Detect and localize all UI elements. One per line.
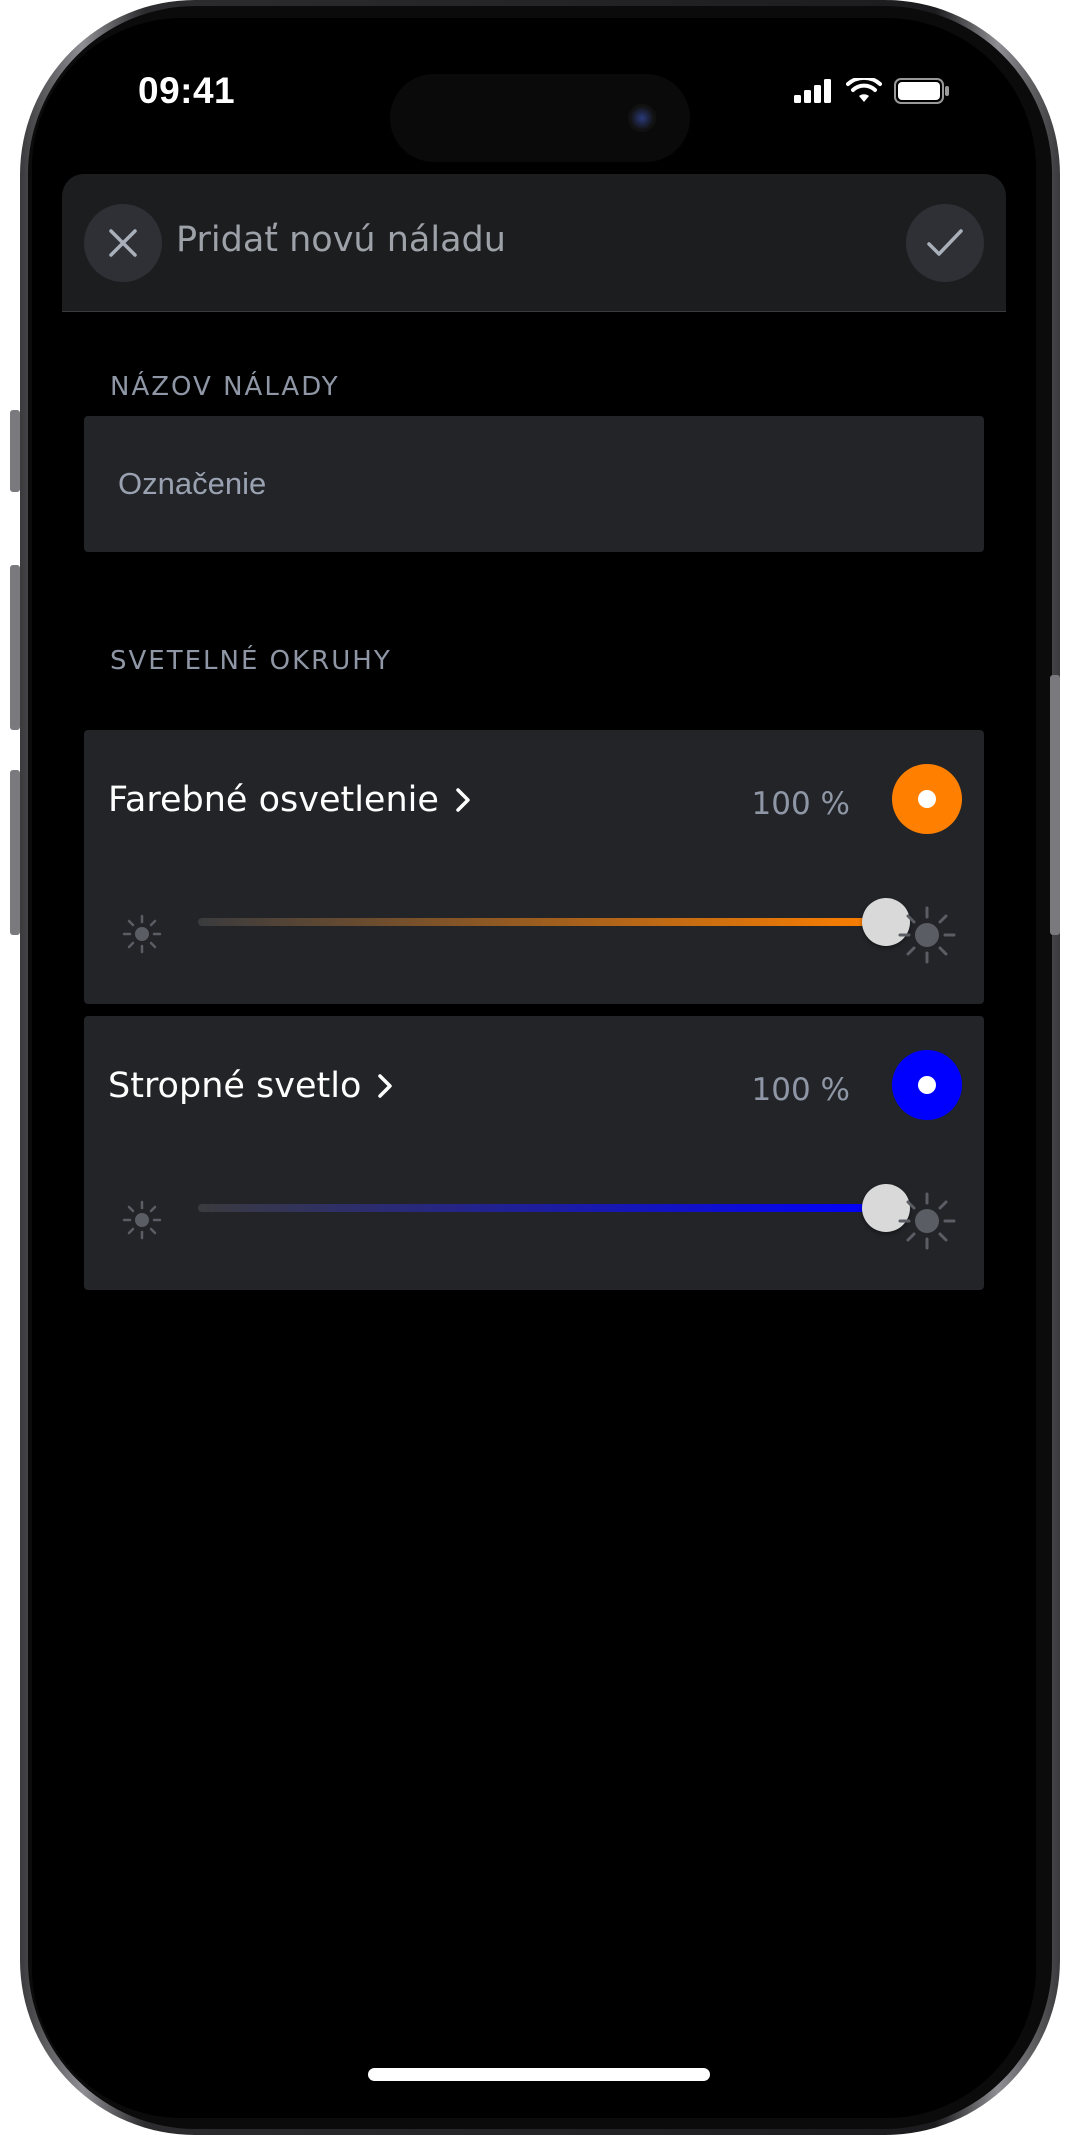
brightness-high-icon bbox=[898, 906, 956, 964]
add-mood-sheet: Pridať novú náladu NÁZOV NÁLADY SVETELNÉ… bbox=[62, 174, 1006, 2118]
side-button-action bbox=[10, 410, 20, 492]
circuit-title-link[interactable]: Farebné osvetlenie bbox=[108, 780, 471, 820]
circuit-name: Farebné osvetlenie bbox=[108, 780, 439, 820]
status-time: 09:41 bbox=[138, 70, 236, 111]
brightness-low-icon bbox=[122, 1200, 162, 1240]
camera-icon bbox=[628, 104, 656, 132]
cellular-signal-icon bbox=[794, 79, 831, 103]
brightness-slider[interactable] bbox=[198, 898, 910, 946]
home-indicator[interactable] bbox=[368, 2068, 710, 2081]
sheet-header: Pridať novú náladu bbox=[62, 174, 1006, 312]
confirm-button[interactable] bbox=[906, 204, 984, 282]
slider-fill bbox=[198, 918, 886, 926]
page-title: Pridať novú náladu bbox=[176, 220, 506, 260]
brightness-slider[interactable] bbox=[198, 1184, 910, 1232]
brightness-low-icon bbox=[122, 914, 162, 954]
phone-screen: 09:41 Pridať novú náladu NÁZOV NÁLADY Oz… bbox=[32, 18, 1036, 2118]
chevron-right-icon bbox=[378, 1074, 393, 1098]
color-picker-button[interactable] bbox=[892, 764, 962, 834]
status-icons bbox=[794, 78, 950, 104]
color-picker-button[interactable] bbox=[892, 1050, 962, 1120]
side-button-power bbox=[1050, 675, 1060, 935]
close-icon bbox=[109, 229, 137, 257]
light-circuit-card-colored: Farebné osvetlenie 100 % bbox=[84, 730, 984, 1004]
color-dot-center bbox=[918, 1076, 936, 1094]
slider-fill bbox=[198, 1204, 886, 1212]
brightness-high-icon bbox=[898, 1192, 956, 1250]
mood-name-section-label: NÁZOV NÁLADY bbox=[110, 372, 340, 402]
mood-name-input[interactable] bbox=[84, 416, 984, 552]
battery-icon bbox=[894, 78, 949, 104]
circuit-name: Stropné svetlo bbox=[108, 1066, 362, 1106]
side-button-volume-down bbox=[10, 770, 20, 935]
light-circuits-section-label: SVETELNÉ OKRUHY bbox=[110, 646, 392, 676]
circuit-percent: 100 % bbox=[751, 1072, 850, 1108]
color-dot-center bbox=[918, 790, 936, 808]
dynamic-island bbox=[390, 74, 690, 162]
light-circuit-card-ceiling: Stropné svetlo 100 % bbox=[84, 1016, 984, 1290]
circuit-percent: 100 % bbox=[751, 786, 850, 822]
close-button[interactable] bbox=[84, 204, 162, 282]
chevron-right-icon bbox=[456, 788, 470, 812]
checkmark-icon bbox=[927, 229, 963, 256]
circuit-title-link[interactable]: Stropné svetlo bbox=[108, 1066, 393, 1106]
wifi-icon bbox=[846, 78, 882, 102]
side-button-volume-up bbox=[10, 565, 20, 730]
